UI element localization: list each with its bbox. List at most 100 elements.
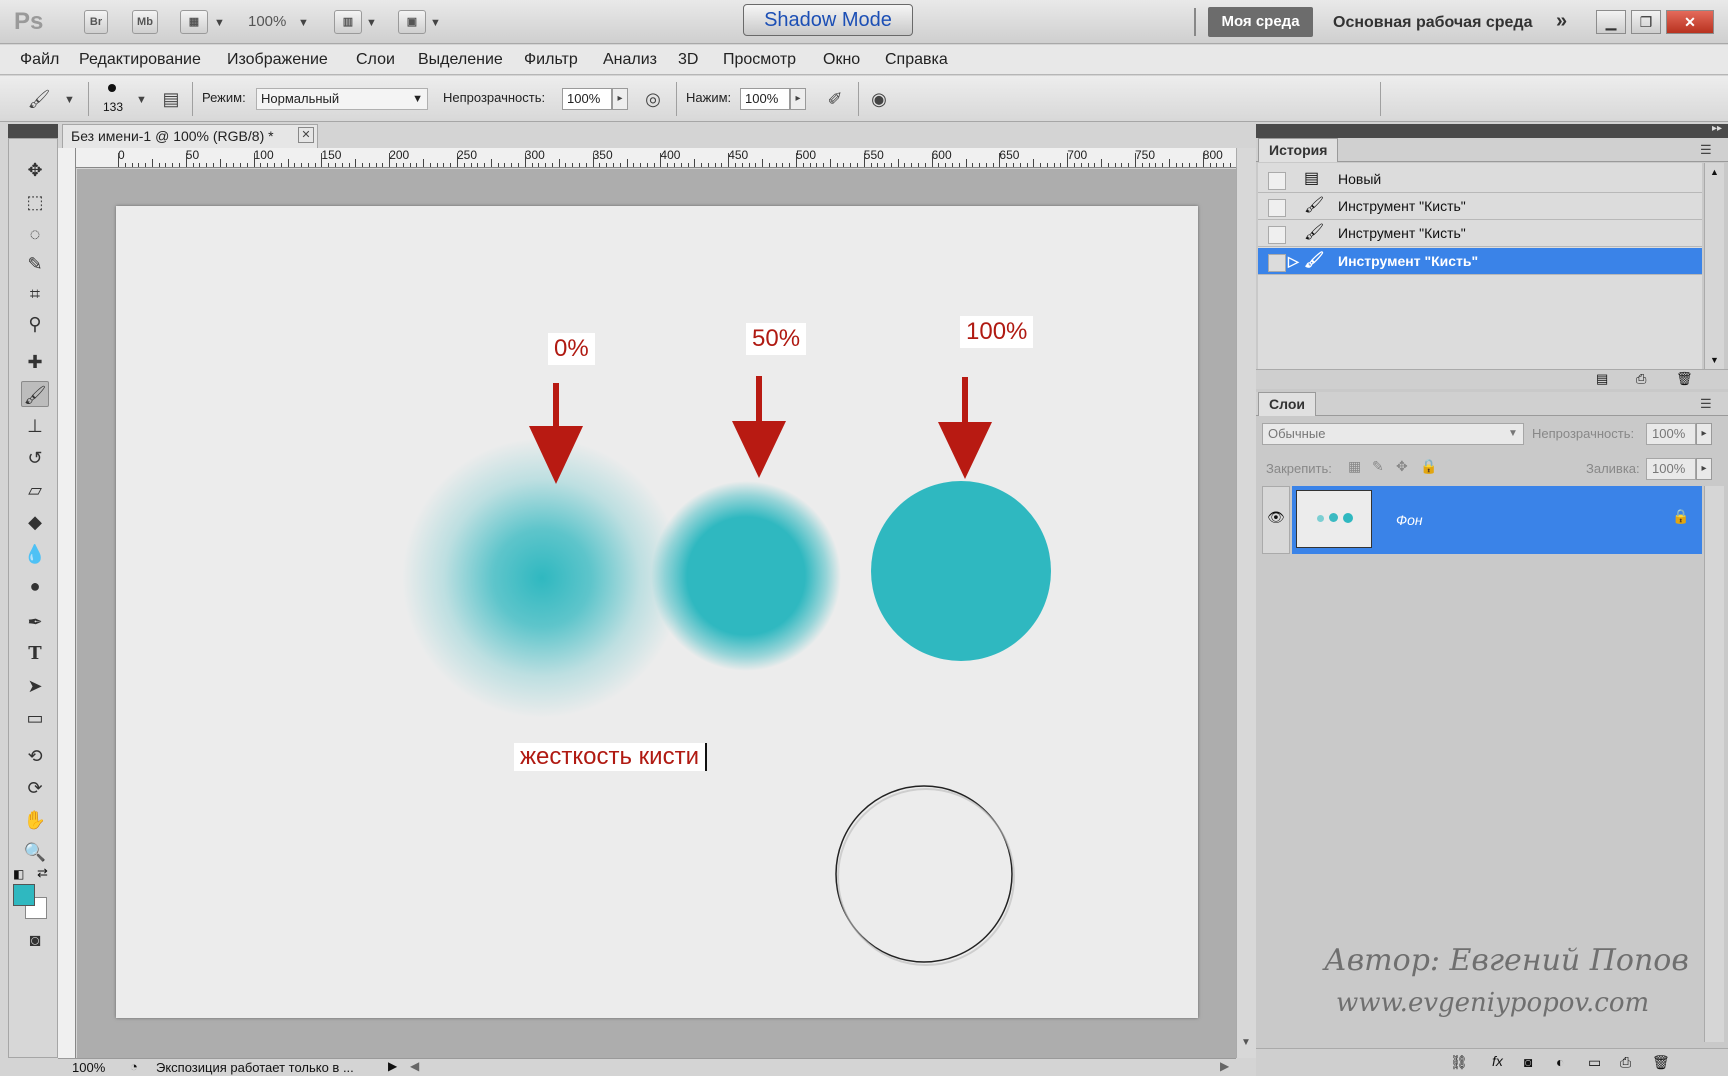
blend-mode-select[interactable]: Обычные (1262, 423, 1524, 445)
paint-bucket-tool-icon[interactable]: ◆ (21, 509, 49, 535)
menu-edit[interactable]: Редактирование (79, 51, 201, 69)
menu-image[interactable]: Изображение (227, 51, 328, 69)
history-tab[interactable]: История (1258, 138, 1339, 162)
foreground-color-swatch[interactable] (13, 884, 35, 906)
fill-input[interactable]: 100% (1646, 458, 1696, 480)
layer-opacity-input[interactable]: 100% (1646, 423, 1696, 445)
vertical-scrollbar[interactable]: ▼ (1236, 148, 1256, 1058)
crop-tool-icon[interactable]: ⌗ (21, 281, 49, 307)
scroll-down-icon[interactable]: ▼ (1710, 355, 1719, 365)
3d-rotate-tool-icon[interactable]: ⟲ (21, 743, 49, 769)
lock-position-icon[interactable]: ✥ (1396, 458, 1408, 475)
flow-slider-arrow-icon[interactable]: ▸ (790, 88, 806, 110)
scroll-down-icon[interactable]: ▼ (1241, 1037, 1251, 1048)
layer-visibility-toggle[interactable]: 👁 (1262, 486, 1290, 554)
zoom-level[interactable]: 100% (248, 13, 286, 30)
history-scrollbar[interactable]: ▲ ▼ (1704, 163, 1724, 369)
workspace-my-button[interactable]: Моя среда (1208, 7, 1313, 37)
layers-tab[interactable]: Слои (1258, 392, 1316, 416)
shadow-mode-button[interactable]: Shadow Mode (743, 4, 913, 36)
menu-file[interactable]: Файл (20, 51, 59, 69)
menu-layers[interactable]: Слои (356, 51, 395, 69)
path-selection-tool-icon[interactable]: ➤ (21, 673, 49, 699)
brush-dot-icon[interactable] (108, 84, 116, 92)
trash-icon[interactable]: 🗑 (1652, 1054, 1670, 1071)
link-layers-icon[interactable]: ⛓ (1450, 1054, 1468, 1071)
brush-tool-preset-icon[interactable]: 🖌 (26, 86, 52, 112)
flow-input[interactable]: 100% (740, 88, 790, 110)
default-colors-icon[interactable]: ◧ (13, 867, 24, 881)
menu-help[interactable]: Справка (885, 51, 948, 69)
layer-mask-icon[interactable]: ◙ (1524, 1054, 1532, 1070)
opacity-slider-arrow-icon[interactable]: ▸ (612, 88, 628, 110)
history-item[interactable]: 🖌 Инструмент "Кисть" (1258, 220, 1702, 247)
chevron-down-icon[interactable]: ▼ (1508, 428, 1518, 439)
history-state-marker-icon[interactable]: ▷ (1288, 248, 1299, 274)
adjustment-layer-icon[interactable]: ◐ (1556, 1054, 1564, 1070)
history-item[interactable]: ▤ Новый (1258, 166, 1702, 193)
hand-tool-icon[interactable]: ✋ (21, 807, 49, 833)
eyedropper-tool-icon[interactable]: ⚲ (21, 311, 49, 337)
layer-name[interactable]: Фон (1396, 512, 1423, 528)
blur-tool-icon[interactable]: 💧 (21, 541, 49, 567)
menu-3d[interactable]: 3D (678, 51, 698, 69)
close-window-button[interactable]: ✕ (1666, 10, 1714, 34)
menu-filter[interactable]: Фильтр (524, 51, 578, 69)
screen-mode-dropdown-icon[interactable]: ▼ (430, 17, 441, 29)
new-document-from-state-icon[interactable]: ▤ (1596, 371, 1608, 387)
quick-mask-icon[interactable]: ◙ (21, 927, 49, 953)
history-item-selected[interactable]: ▷ 🖌 Инструмент "Кисть" (1258, 248, 1702, 275)
status-info-icon[interactable]: ◔ (130, 1059, 138, 1074)
new-layer-icon[interactable]: ⎙ (1620, 1054, 1631, 1071)
menu-view[interactable]: Просмотр (723, 51, 796, 69)
move-tool-icon[interactable]: ✥ (21, 157, 49, 183)
tablet-opacity-pressure-icon[interactable]: ◎ (640, 86, 666, 112)
3d-orbit-tool-icon[interactable]: ⟳ (21, 775, 49, 801)
arrange-dropdown-icon[interactable]: ▼ (366, 17, 377, 29)
lasso-tool-icon[interactable]: ◌ (21, 221, 49, 247)
layer-style-icon[interactable]: fx (1492, 1053, 1503, 1069)
history-brush-tool-icon[interactable]: ↺ (21, 445, 49, 471)
menu-window[interactable]: Окно (823, 51, 860, 69)
panel-menu-icon[interactable]: ☰ (1700, 142, 1712, 158)
history-snapshot-checkbox[interactable] (1268, 226, 1286, 244)
brush-picker-dropdown-icon[interactable]: ▼ (136, 94, 147, 106)
marquee-tool-icon[interactable]: ⬚ (21, 189, 49, 215)
view-extras-dropdown-icon[interactable]: ▼ (214, 17, 225, 29)
type-tool-icon[interactable]: T (21, 641, 49, 667)
brush-tool-icon[interactable]: 🖌 (21, 381, 49, 407)
rectangle-tool-icon[interactable]: ▭ (21, 705, 49, 731)
maximize-button[interactable]: ❐ (1631, 10, 1661, 34)
brush-panel-icon[interactable]: ▤ (158, 86, 184, 112)
panel-menu-icon[interactable]: ☰ (1700, 396, 1712, 412)
document-tab[interactable]: Без имени-1 @ 100% (RGB/8) * (62, 124, 318, 148)
screen-mode-button[interactable]: ▣ (398, 10, 426, 34)
more-workspaces-icon[interactable]: » (1556, 10, 1567, 33)
collapse-panels-icon[interactable]: ▸▸ (1712, 123, 1722, 134)
opacity-input[interactable]: 100% (562, 88, 612, 110)
swap-colors-icon[interactable]: ⇄ (37, 865, 48, 881)
zoom-tool-icon[interactable]: 🔍 (21, 839, 49, 865)
layer-opacity-arrow-icon[interactable]: ▸ (1696, 423, 1712, 445)
close-document-icon[interactable]: ✕ (298, 127, 314, 143)
bridge-button[interactable]: Br (84, 10, 108, 34)
history-snapshot-checkbox[interactable] (1268, 199, 1286, 217)
history-snapshot-checkbox[interactable] (1268, 172, 1286, 190)
tablet-size-pressure-icon[interactable]: ◉ (866, 86, 892, 112)
view-extras-button[interactable]: ▦ (180, 10, 208, 34)
workspace-main-button[interactable]: Основная рабочая среда (1333, 14, 1532, 32)
arrange-documents-button[interactable]: ▥ (334, 10, 362, 34)
menu-analysis[interactable]: Анализ (603, 51, 657, 69)
new-snapshot-icon[interactable]: ⎙ (1636, 371, 1646, 387)
zoom-dropdown-icon[interactable]: ▼ (298, 17, 309, 29)
history-snapshot-checkbox[interactable] (1268, 254, 1286, 272)
fill-arrow-icon[interactable]: ▸ (1696, 458, 1712, 480)
lock-all-icon[interactable]: 🔒 (1420, 458, 1437, 475)
quick-selection-tool-icon[interactable]: ✎ (21, 251, 49, 277)
scroll-up-icon[interactable]: ▲ (1710, 167, 1719, 177)
new-group-icon[interactable]: ▭ (1588, 1054, 1601, 1071)
pen-tool-icon[interactable]: ✒ (21, 609, 49, 635)
clone-stamp-tool-icon[interactable]: ⊥ (21, 413, 49, 439)
menu-select[interactable]: Выделение (418, 51, 503, 69)
minimize-button[interactable]: ▁ (1596, 10, 1626, 34)
